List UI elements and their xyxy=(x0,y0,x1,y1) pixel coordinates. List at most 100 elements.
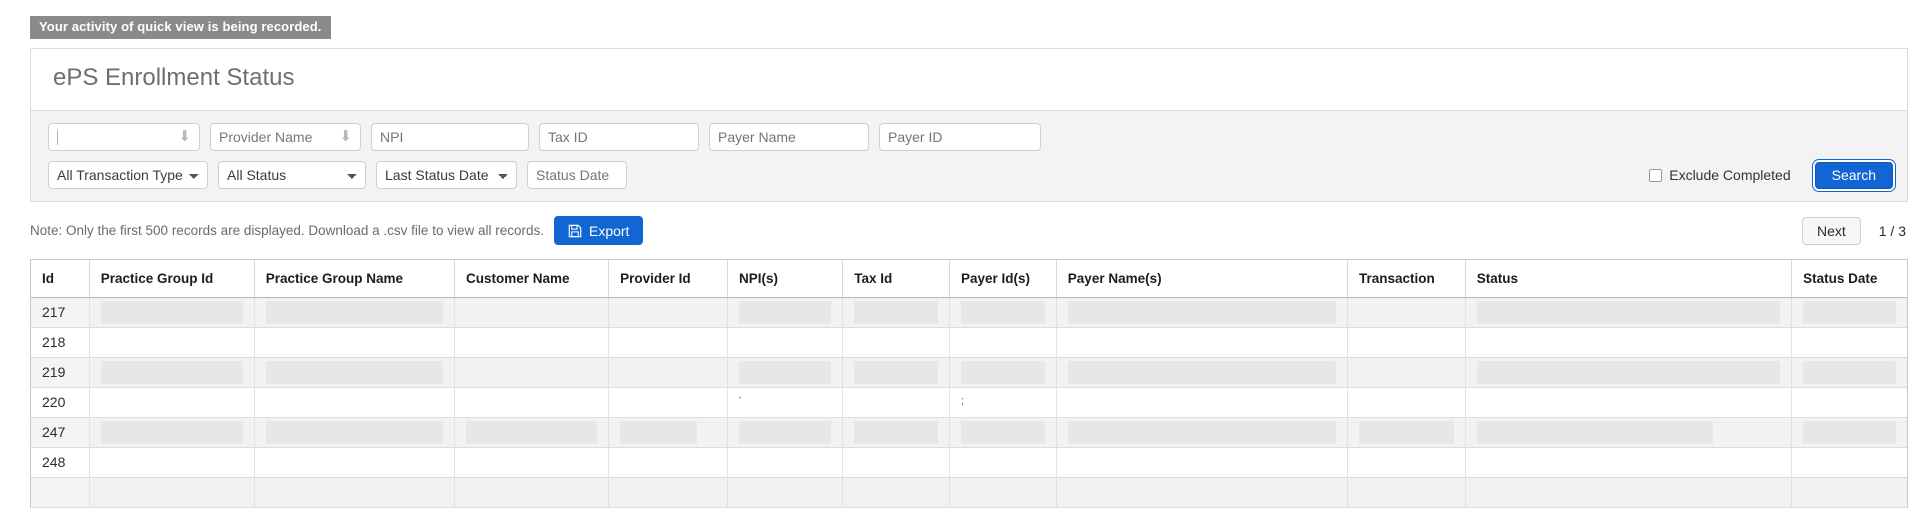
pagination: Next 1 / 3 xyxy=(1801,214,1908,248)
redacted-value xyxy=(854,360,939,384)
cell-status-date xyxy=(1791,357,1907,388)
cell-id: 220 xyxy=(31,387,90,418)
cell-npi-s: ' xyxy=(727,387,844,418)
cell-customer-name xyxy=(454,387,610,418)
payer-id-input[interactable] xyxy=(879,122,1041,151)
cell-practice-group-id xyxy=(89,297,255,328)
cell-practice-group-id xyxy=(89,357,255,388)
redacted-value xyxy=(1476,360,1781,384)
cell-transaction xyxy=(1347,357,1466,388)
cell-provider-id xyxy=(608,297,728,328)
provider-name-typeahead[interactable]: Provider Name ⬇ xyxy=(210,122,361,151)
redacted-value xyxy=(1803,420,1896,444)
redacted-value xyxy=(961,300,1045,324)
npi-input[interactable] xyxy=(371,122,529,151)
cell-status-date xyxy=(1791,387,1907,418)
column-header-payer-id-s[interactable]: Payer Id(s) xyxy=(949,259,1057,298)
redacted-value xyxy=(265,300,443,324)
status-date-input[interactable] xyxy=(527,160,627,189)
cell-payer-id-s: ; xyxy=(949,387,1057,418)
results-table-container[interactable]: Id Practice Group Id Practice Group Name Cu… xyxy=(30,258,1908,508)
cell-payer-name-s xyxy=(1056,357,1349,388)
redacted-value xyxy=(738,360,832,384)
exclude-completed-checkbox[interactable]: Exclude Completed xyxy=(1649,167,1791,183)
recording-banner-row: Your activity of quick view is being rec… xyxy=(0,0,1932,40)
column-header-status[interactable]: Status xyxy=(1465,259,1793,298)
cell-id: 248 xyxy=(31,447,90,478)
table-row[interactable]: 217 xyxy=(31,297,1907,328)
redacted-value xyxy=(1067,360,1337,384)
next-page-button[interactable]: Next xyxy=(1801,216,1861,245)
column-header-provider-id[interactable]: Provider Id xyxy=(608,259,728,298)
column-header-id[interactable]: Id xyxy=(31,259,90,298)
cell-provider-id xyxy=(608,327,728,358)
cell-npi-s xyxy=(727,327,844,358)
records-note: Note: Only the first 500 records are dis… xyxy=(30,223,544,239)
chevron-down-icon: ⬇ xyxy=(178,128,191,146)
column-header-transaction[interactable]: Transaction xyxy=(1347,259,1466,298)
column-header-practice-group-id[interactable]: Practice Group Id xyxy=(89,259,255,298)
cell-tax-id xyxy=(842,297,951,328)
cell-status xyxy=(1465,417,1793,448)
column-header-practice-group-name[interactable]: Practice Group Name xyxy=(254,259,455,298)
table-row[interactable]: 248 xyxy=(31,447,1907,478)
cell-payer-name-s xyxy=(1056,477,1349,508)
cell-mark: ; xyxy=(961,394,965,407)
redacted-value xyxy=(1067,420,1337,444)
checkbox-icon[interactable] xyxy=(1649,168,1663,182)
transaction-type-select[interactable]: All Transaction Types xyxy=(48,160,208,189)
cell-status xyxy=(1465,447,1793,478)
date-field-select[interactable]: Last Status Date xyxy=(376,160,517,189)
cell-practice-group-id xyxy=(89,447,255,478)
cell-status-date xyxy=(1791,417,1907,448)
cell-provider-id xyxy=(608,357,728,388)
cell-provider-id xyxy=(608,417,728,448)
search-button[interactable]: Search xyxy=(1814,161,1893,189)
column-header-customer-name[interactable]: Customer Name xyxy=(454,259,610,298)
table-row[interactable]: 220 '; xyxy=(31,387,1907,418)
redacted-value xyxy=(1067,300,1337,324)
cell-id: 219 xyxy=(31,357,90,388)
export-button[interactable]: Export xyxy=(553,216,644,246)
cell-practice-group-name xyxy=(254,327,455,358)
cell-mark: ' xyxy=(738,394,742,407)
cell-provider-id xyxy=(608,477,728,508)
cell-payer-id-s xyxy=(949,327,1057,358)
column-header-npi-s[interactable]: NPI(s) xyxy=(727,259,844,298)
cell-npi-s xyxy=(727,417,844,448)
redacted-value xyxy=(465,420,598,444)
cell-practice-group-name xyxy=(254,477,455,508)
column-header-status-date[interactable]: Status Date xyxy=(1791,259,1907,298)
cell-provider-id xyxy=(608,387,728,418)
cell-status-date xyxy=(1791,477,1907,508)
table-row[interactable]: 247 xyxy=(31,417,1907,448)
cell-npi-s xyxy=(727,447,844,478)
cell-payer-name-s xyxy=(1056,327,1349,358)
cell-transaction xyxy=(1347,447,1466,478)
results-table: Id Practice Group Id Practice Group Name Cu… xyxy=(31,259,1907,508)
table-row[interactable] xyxy=(31,477,1907,508)
filter-row-2: All Transaction Types All Status Last St… xyxy=(48,160,1893,189)
cell-tax-id xyxy=(842,327,951,358)
status-select[interactable]: All Status xyxy=(218,160,366,189)
table-row[interactable]: 219 xyxy=(31,357,1907,388)
payer-name-input[interactable] xyxy=(709,122,869,151)
table-row[interactable]: 218 xyxy=(31,327,1907,358)
column-header-tax-id[interactable]: Tax Id xyxy=(842,259,951,298)
save-icon xyxy=(568,224,582,238)
redacted-value xyxy=(265,360,443,384)
cell-practice-group-id xyxy=(89,477,255,508)
tax-id-input[interactable] xyxy=(539,122,699,151)
export-label: Export xyxy=(588,222,630,239)
cell-payer-name-s xyxy=(1056,387,1349,418)
filter-area: ⬇ Provider Name ⬇ All Transaction Types … xyxy=(31,109,1907,201)
cell-status-date xyxy=(1791,297,1907,328)
enrollment-panel: ePS Enrollment Status ⬇ Provider Name ⬇ … xyxy=(30,48,1908,202)
cell-status xyxy=(1465,387,1793,418)
cell-tax-id xyxy=(842,357,951,388)
cell-tax-id xyxy=(842,417,951,448)
column-header-payer-name-s[interactable]: Payer Name(s) xyxy=(1056,259,1349,298)
redacted-value xyxy=(620,420,697,444)
cell-practice-group-name xyxy=(254,357,455,388)
practice-group-typeahead[interactable]: ⬇ xyxy=(48,122,200,151)
